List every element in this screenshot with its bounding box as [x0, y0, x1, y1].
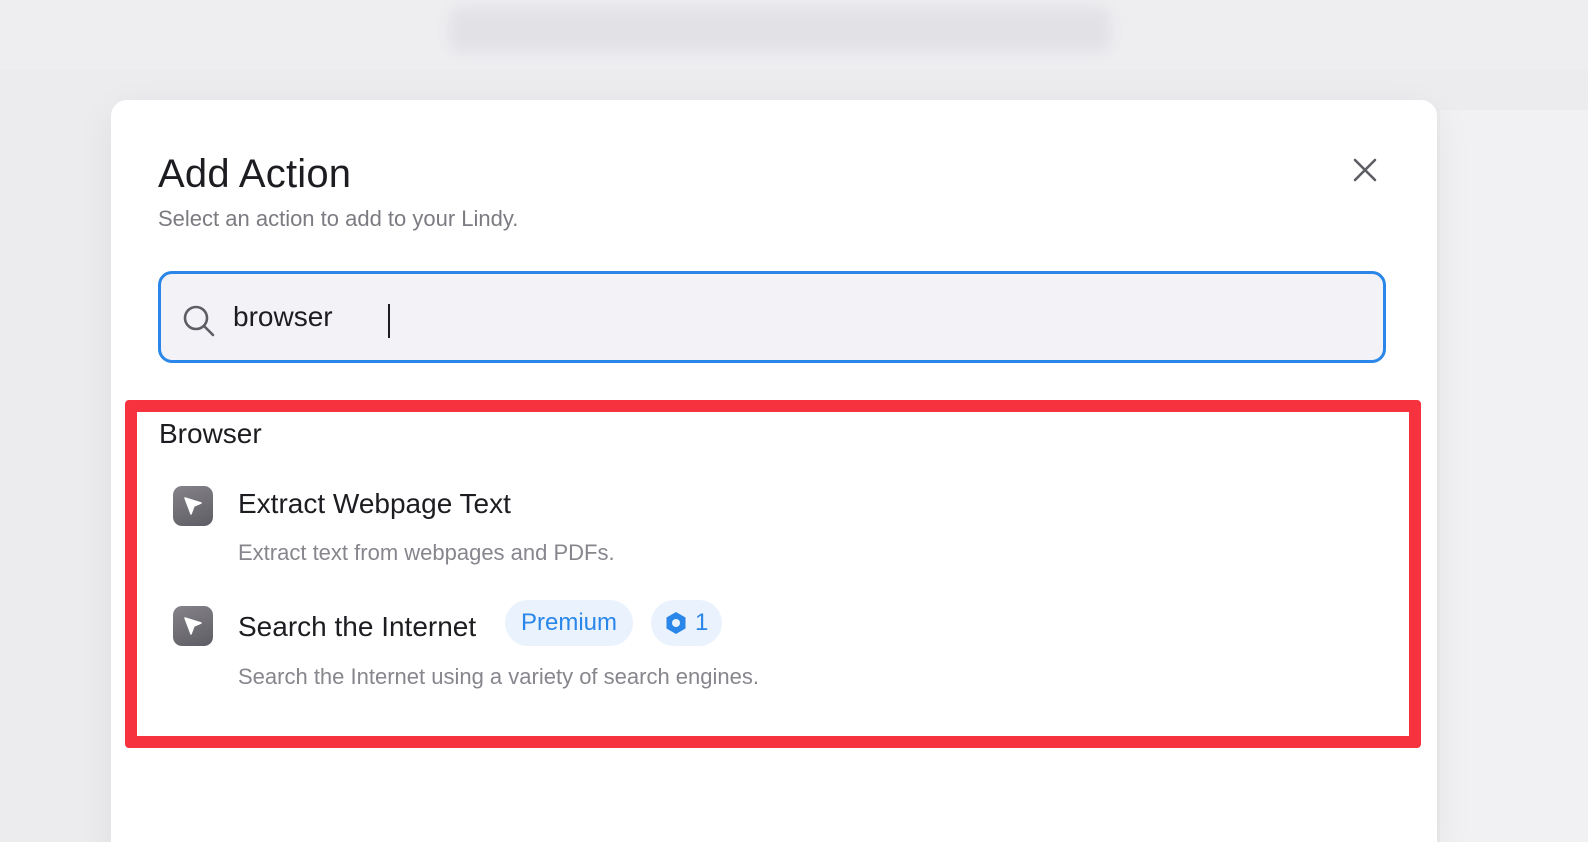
search-icon — [183, 305, 215, 337]
premium-badge: Premium — [505, 600, 634, 646]
action-title: Extract Webpage Text — [238, 488, 511, 519]
credit-badge: 1 — [651, 600, 723, 646]
close-button[interactable] — [1345, 150, 1385, 190]
action-description: Extract text from webpages and PDFs. — [238, 540, 615, 565]
dialog-title: Add Action — [158, 152, 352, 196]
add-action-dialog: Add Action Select an action to add to yo… — [111, 100, 1437, 842]
action-search-the-internet[interactable]: Search the Internet Premium 1 Search the… — [169, 600, 1269, 706]
results-group-label: Browser — [159, 418, 262, 449]
background-nav-blur — [450, 8, 1110, 52]
credit-count: 1 — [695, 609, 709, 636]
cursor-arrow-icon — [173, 606, 213, 646]
search-input[interactable] — [233, 292, 1353, 342]
search-field[interactable] — [158, 271, 1386, 363]
text-caret — [388, 304, 390, 338]
dialog-subtitle: Select an action to add to your Lindy. — [158, 206, 519, 231]
hexagon-credit-icon — [666, 612, 686, 634]
cursor-arrow-icon — [173, 486, 213, 526]
action-extract-webpage-text[interactable]: Extract Webpage Text Extract text from w… — [169, 486, 1269, 586]
action-title: Search the Internet — [238, 611, 477, 642]
action-description: Search the Internet using a variety of s… — [238, 664, 759, 689]
close-icon — [1353, 158, 1377, 182]
background-panel — [1440, 110, 1588, 842]
